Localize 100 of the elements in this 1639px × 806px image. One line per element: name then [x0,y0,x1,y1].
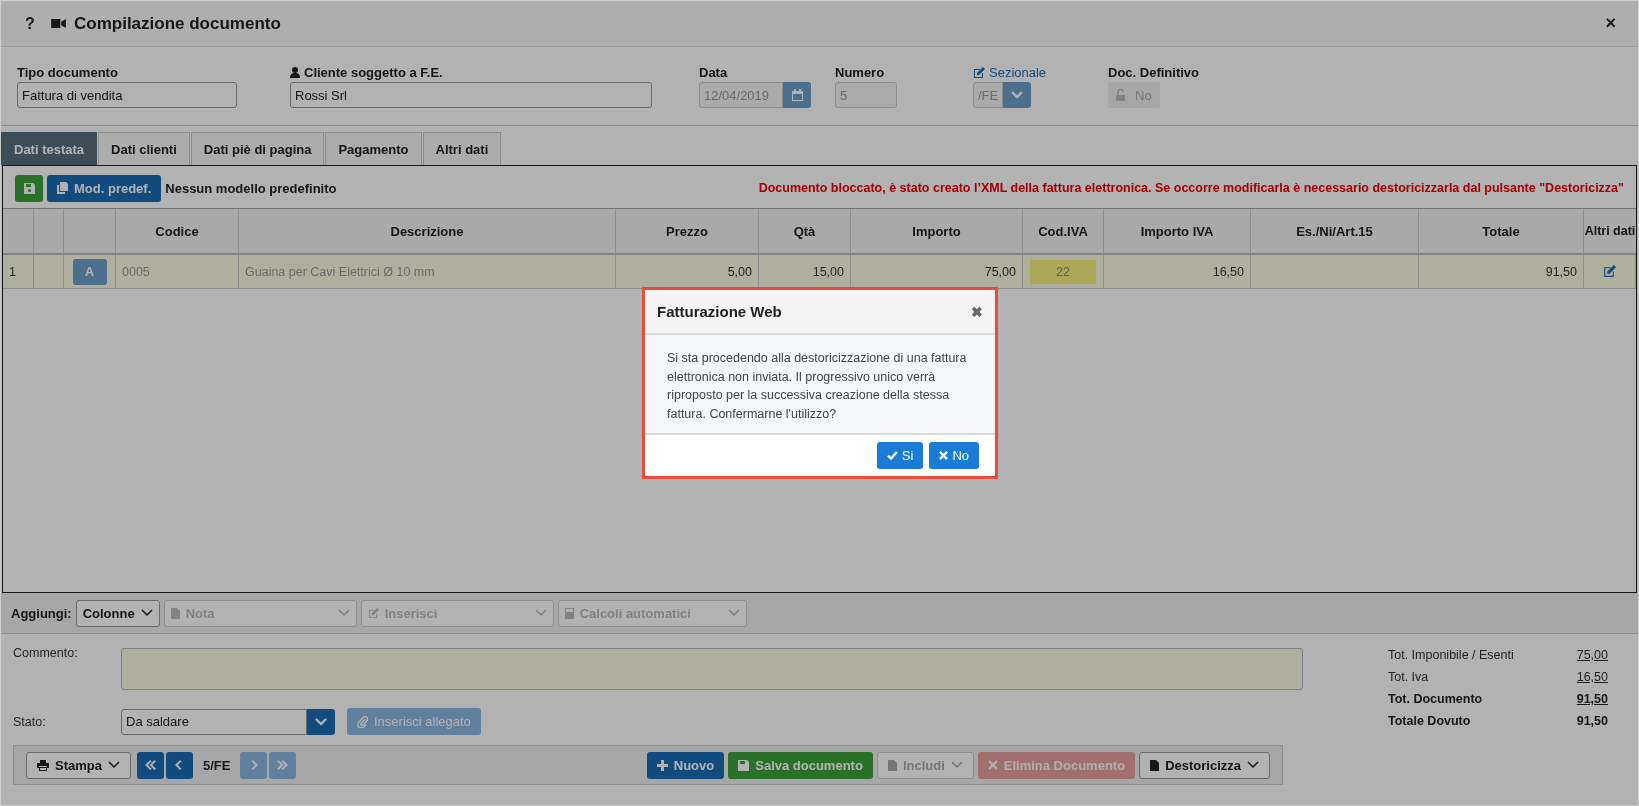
column-header: Es./Ni/Art.15 [1251,209,1419,255]
column-header: Prezzo [616,209,759,255]
add-dropdown[interactable]: Colonne [75,599,160,627]
calendar-icon [791,89,803,101]
new-button[interactable]: Nuovo [646,751,725,779]
table-cell: 15,00 [759,255,851,289]
chevron-down-icon [315,717,327,726]
paperclip-icon [357,715,368,728]
double-chevron-right-icon [275,758,290,772]
double-chevron-left-icon [143,758,158,772]
column-header: Importo IVA [1104,209,1251,255]
file-icon [1150,759,1160,771]
video-camera-icon [51,18,66,29]
field-label: Numero [835,65,886,80]
window-title: Compilazione documento [74,13,281,34]
chevron-down-icon [534,609,547,617]
total-value: 75,00 [1576,648,1608,662]
document-type-field[interactable]: Fattura di vendita [17,82,237,108]
close-button[interactable]: × [1605,13,1616,34]
calculator-icon [564,607,574,619]
model-status-text: Nessun modello predefinito [165,180,337,196]
close-button[interactable]: ✖ [971,303,983,320]
document-position: 5/FE [201,757,232,773]
comment-field[interactable] [121,648,1303,690]
column-header: Cod.IVA [1023,209,1104,255]
table-cell: 5,00 [616,255,759,289]
dropdown-button[interactable] [307,708,335,735]
row-type-button[interactable]: A [72,258,107,285]
field-label: Tipo documento [17,65,119,80]
unstore-button[interactable]: Destoricizza [1139,751,1270,779]
table-cell: 75,00 [851,255,1023,289]
unlock-icon [1116,89,1127,101]
yes-button[interactable]: Si [876,442,924,469]
chevron-down-icon [950,761,963,769]
tab[interactable]: Pagamento [325,132,422,165]
edit-icon [367,607,379,619]
total-value: 91,50 [1576,692,1608,706]
locked-warning: Documento bloccato, è stato creato l’XML della fattura elettronica. Se occorre modificarla è necessario destoricizzarla dal pulsante "Destoricizza" [758,181,1624,195]
field-label: Data [699,65,729,80]
column-header: Totale [1419,209,1584,255]
floppy-icon [738,759,750,771]
chevron-down-icon [1247,761,1259,769]
field-label: Doc. Definitivo [1108,65,1200,80]
field-label: Commento: [13,646,79,660]
calendar-button[interactable] [783,82,811,108]
copy-icon [57,182,68,194]
dialog-message: Si sta procedendo alla destoricizzazione di una fattura elettronica non inviata. Il progressivo unico verrà riproposto per la successiva creazione della stessa fattura. Confermarne l'utilizzo? [667,350,968,423]
chevron-down-icon [337,609,350,617]
x-icon [939,451,949,460]
sezionale-link[interactable]: Sezionale [989,65,1047,80]
sezionale-select[interactable]: /FE [973,82,1003,108]
status-select[interactable]: Da saldare [121,708,307,735]
column-header: Importo [851,209,1023,255]
plus-icon [656,759,668,771]
chevron-down-icon [1011,91,1023,99]
first-page-button[interactable] [136,751,164,779]
total-label: Totale Dovuto [1388,714,1471,728]
chevron-down-icon [107,761,120,769]
floppy-icon [23,182,35,194]
total-label: Tot. Documento [1388,692,1483,706]
dropdown-button[interactable] [1003,82,1031,108]
print-button[interactable]: Stampa [26,751,131,779]
vat-code-cell: 22 [1030,259,1096,284]
help-button[interactable]: ? [25,14,43,33]
total-label: Tot. Imponibile / Esenti [1388,648,1514,662]
file-icon [887,759,897,771]
column-header: Altri dati [1584,209,1636,255]
chevron-down-icon [727,609,740,617]
total-label: Tot. Iva [1388,670,1429,684]
add-label: Aggiungi: [11,605,72,621]
field-label: Stato: [13,714,47,729]
user-icon [290,67,300,78]
prev-page-button[interactable] [165,751,193,779]
check-icon [886,451,898,460]
column-header [3,209,34,255]
save-button[interactable]: Salva documento [728,751,873,779]
total-value: 91,50 [1576,714,1608,728]
column-header: Qtà [759,209,851,255]
field-label: Cliente soggetto a F.E. [304,65,443,80]
edit-icon [973,66,985,79]
customer-field[interactable]: Rossi Srl [290,82,652,108]
table-cell: 0005 [116,255,239,289]
tab[interactable]: Dati clienti [98,132,190,165]
table-cell: 16,50 [1104,255,1251,289]
chevron-down-icon [140,609,153,617]
total-value: 16,50 [1576,670,1608,684]
edit-icon[interactable] [1603,265,1616,278]
column-header: Descrizione [239,209,616,255]
file-icon [170,607,180,619]
default-model-button[interactable]: Mod. predef. [47,174,162,202]
column-header: Codice [116,209,239,255]
no-button[interactable]: No [929,442,979,469]
printer-icon [37,759,49,771]
tab[interactable]: Dati testata [1,132,98,165]
row-number: 1 [3,255,34,289]
table-cell: Guaina per Cavi Elettrici Ø 10 mm [239,255,616,289]
tab[interactable]: Dati piè di pagina [190,132,325,165]
table-cell: 91,50 [1419,255,1584,289]
save-button[interactable] [15,174,43,202]
tab[interactable]: Altri dati [422,132,502,165]
